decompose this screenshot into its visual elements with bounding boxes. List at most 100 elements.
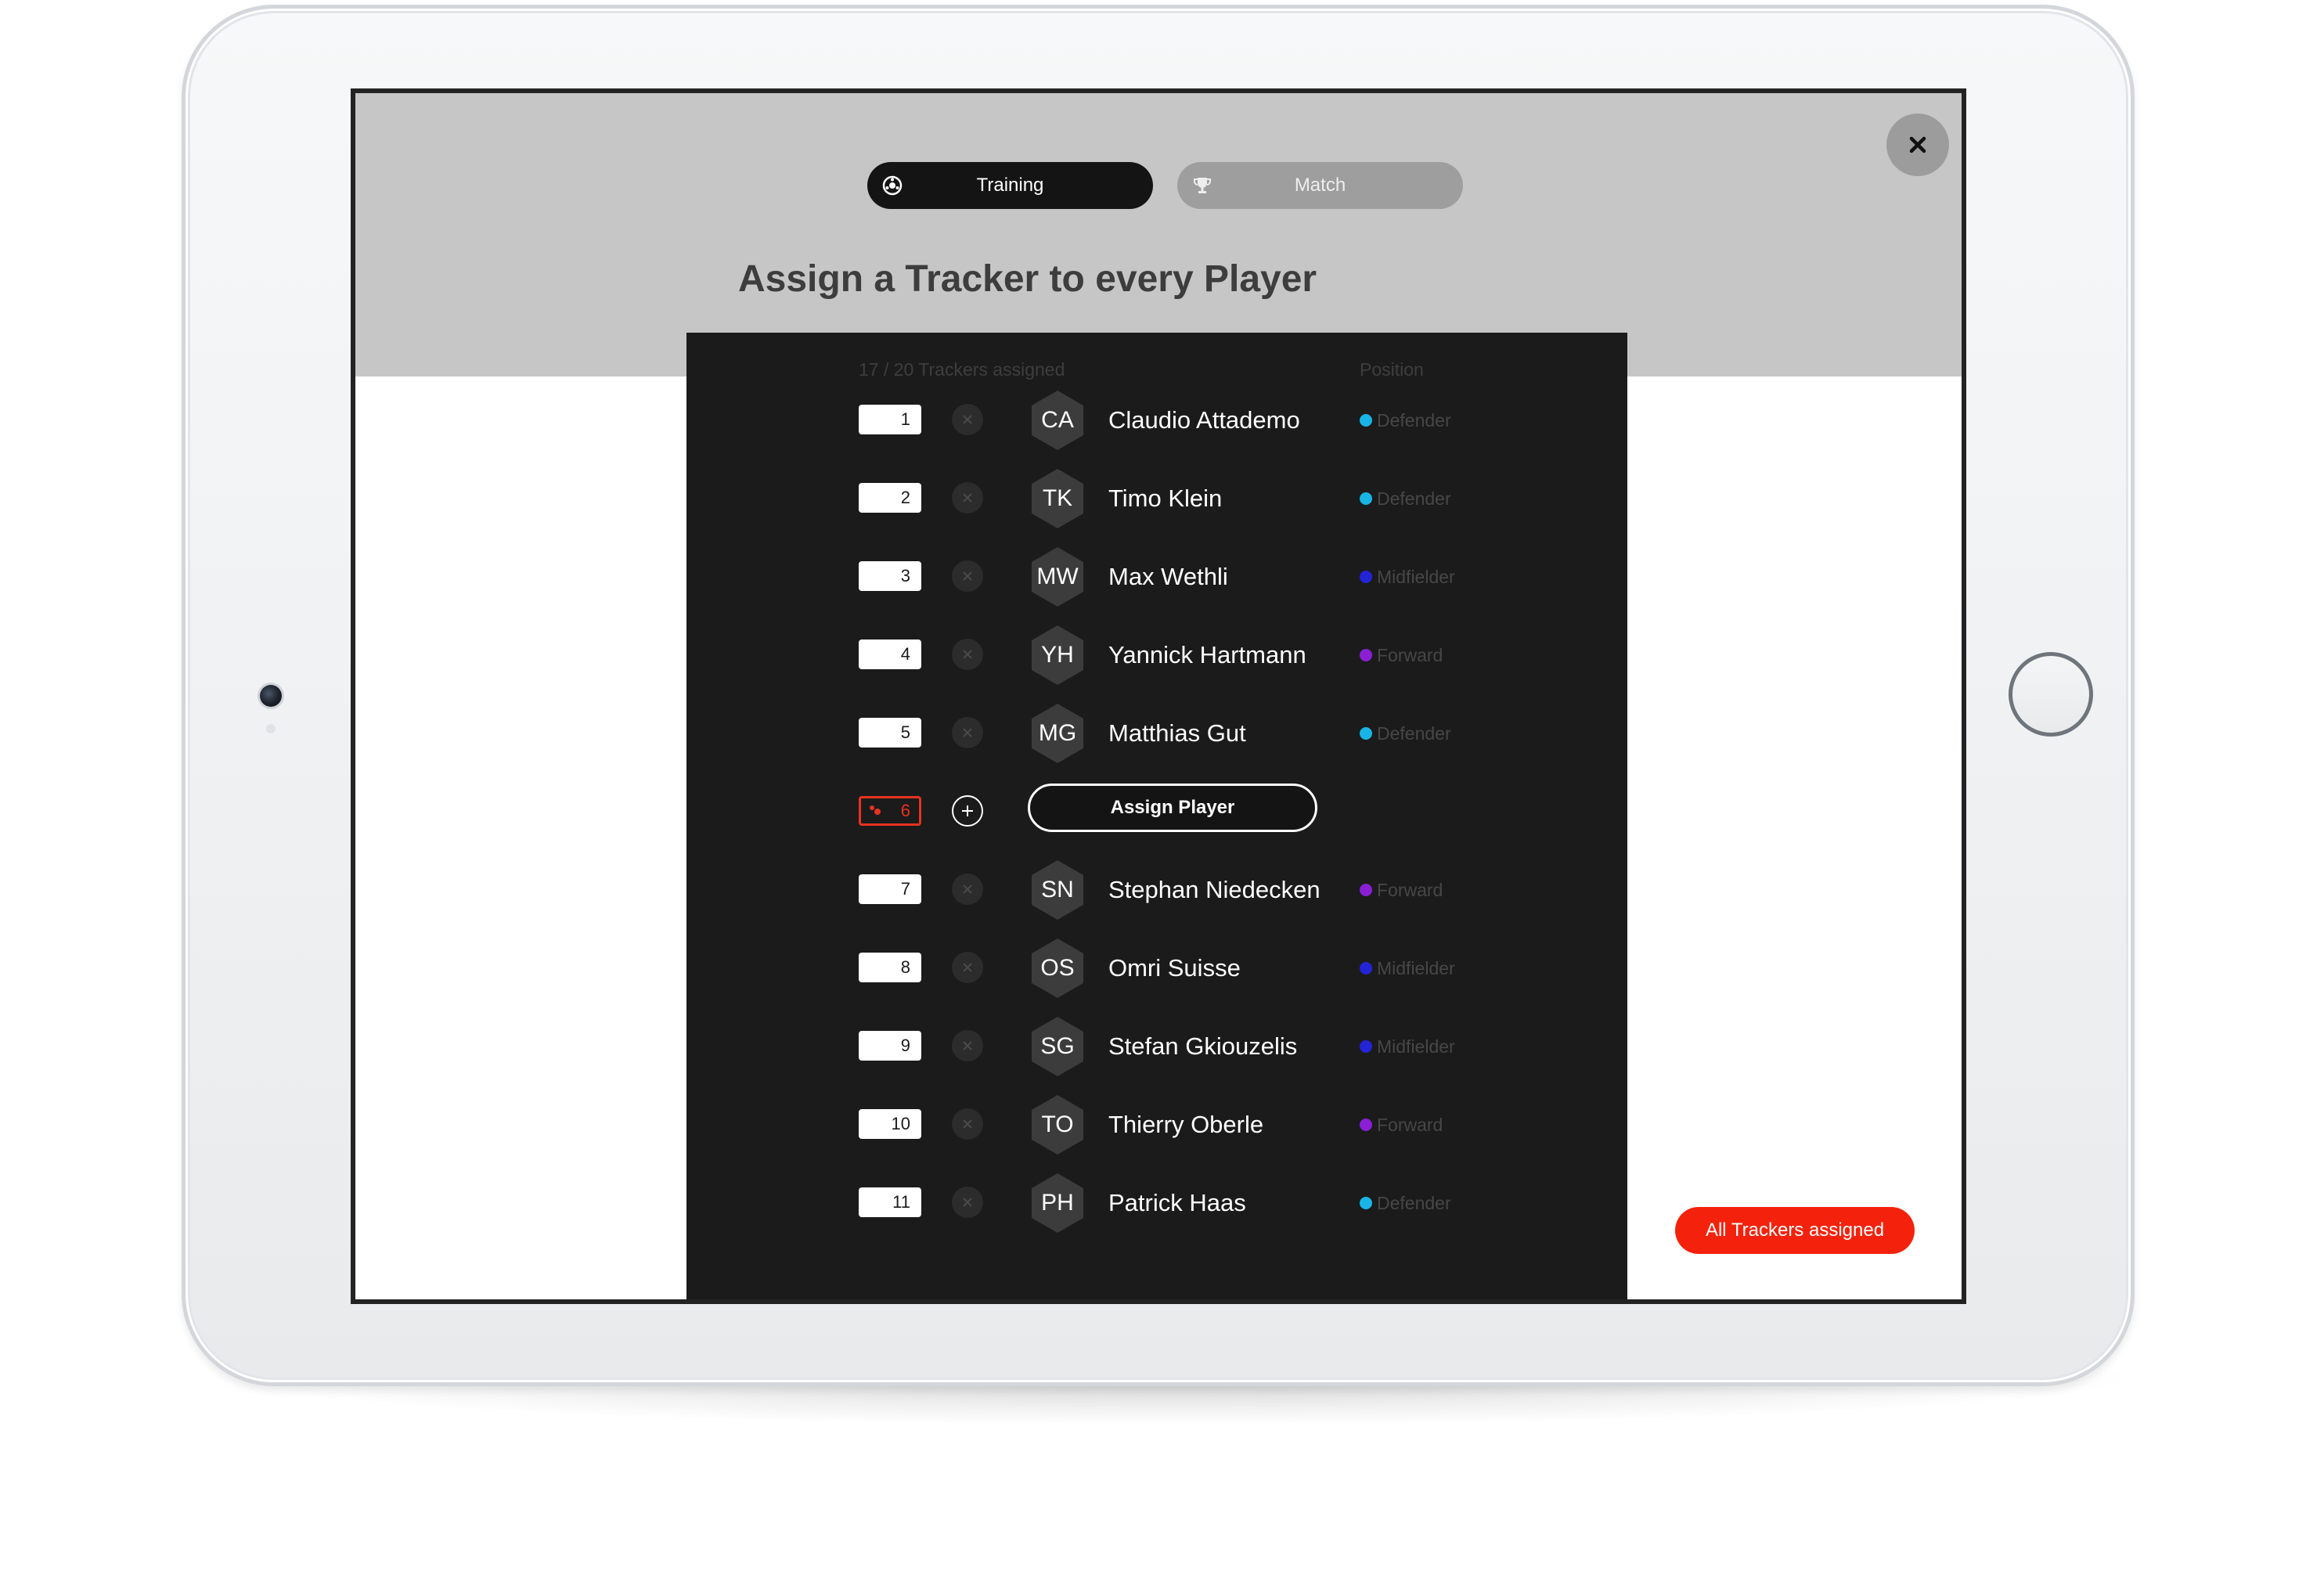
trophy-icon [1194, 178, 1211, 193]
tab-match[interactable]: Match [1177, 162, 1463, 209]
tab-match-label: Match [1294, 175, 1346, 196]
all-trackers-assigned-button[interactable]: All Trackers assigned [1675, 1207, 1915, 1254]
close-icon [963, 650, 972, 659]
player-row[interactable]: 1 CA Claudio Attademo Defender [686, 389, 1627, 452]
tracker-number[interactable]: 8 [859, 953, 921, 982]
tracker-number[interactable]: 5 [859, 718, 921, 748]
position-label: Midfielder [1377, 567, 1455, 587]
player-name: Max Wethli [1108, 563, 1228, 590]
player-row[interactable]: 5 MG Matthias Gut Defender [686, 702, 1627, 765]
close-icon [963, 963, 972, 972]
tracker-number[interactable]: 1 [859, 405, 921, 434]
remove-player-button[interactable] [952, 482, 983, 513]
home-button[interactable] [2009, 652, 2093, 737]
remove-player-button[interactable] [952, 1187, 983, 1218]
avatar-initials: MW [1036, 564, 1079, 589]
position-label: Defender [1377, 723, 1451, 744]
player-name: Timo Klein [1108, 485, 1223, 512]
position-label: Midfielder [1377, 958, 1455, 978]
player-row[interactable]: 7 SN Stephan Niedecken Forward [686, 859, 1627, 921]
remove-player-button[interactable] [952, 1108, 983, 1140]
tracker-number[interactable]: 7 [859, 874, 921, 904]
avatar-initials: OS [1040, 955, 1075, 981]
tracker-number[interactable]: 2 [859, 483, 921, 513]
close-icon [963, 415, 972, 424]
add-player-button[interactable] [952, 795, 983, 827]
tracker-number: 6 [900, 801, 910, 820]
avatar: MW [1028, 547, 1087, 607]
avatar: TO [1028, 1095, 1087, 1155]
player-name: Patrick Haas [1108, 1189, 1246, 1216]
remove-player-button[interactable] [952, 1030, 983, 1061]
avatar: YH [1028, 625, 1087, 685]
player-row[interactable]: 2 TK Timo Klein Defender [686, 467, 1627, 530]
avatar: CA [1028, 391, 1087, 450]
position-label: Forward [1377, 880, 1443, 900]
player-row[interactable]: 8 OS Omri Suisse Midfielder [686, 937, 1627, 1000]
roster-panel: 17 / 20 Trackers assigned Position 1 CA Cl… [686, 333, 1627, 1299]
avatar: SN [1028, 860, 1087, 920]
avatar: MG [1028, 704, 1087, 763]
close-button[interactable] [1886, 113, 1949, 176]
avatar-initials: YH [1041, 642, 1074, 668]
position-label: Defender [1377, 488, 1451, 509]
close-icon [963, 493, 972, 503]
tab-training-label: Training [976, 175, 1044, 196]
player-row[interactable]: 11 PH Patrick Haas Defender [686, 1172, 1627, 1234]
tracker-number-alert[interactable]: 6 [859, 796, 921, 826]
app-screen: Training Match Assign a Tracker to every… [351, 88, 1966, 1304]
avatar: OS [1028, 939, 1087, 998]
remove-player-button[interactable] [952, 717, 983, 748]
page-title: Assign a Tracker to every Player [738, 258, 1317, 300]
player-row[interactable]: 3 MW Max Wethli Midfielder [686, 546, 1627, 608]
remove-player-button[interactable] [952, 404, 983, 435]
remove-player-button[interactable] [952, 639, 983, 670]
close-icon [963, 728, 972, 737]
avatar: SG [1028, 1017, 1087, 1076]
position-dot [1360, 1119, 1372, 1131]
close-icon [1909, 136, 1926, 153]
tracker-number[interactable]: 9 [859, 1031, 921, 1061]
player-name: Claudio Attademo [1108, 406, 1300, 434]
player-name: Stephan Niedecken [1108, 876, 1321, 903]
avatar: PH [1028, 1173, 1087, 1233]
avatar-initials: SN [1041, 877, 1074, 902]
position-column-header: Position [1360, 359, 1424, 380]
tracker-number[interactable]: 3 [859, 561, 921, 591]
position-dot [1360, 571, 1372, 583]
position-dot [1360, 1197, 1372, 1209]
close-icon [963, 1198, 972, 1207]
close-icon [963, 884, 972, 894]
position-label: Defender [1377, 410, 1451, 431]
assign-player-button[interactable]: Assign Player [1028, 784, 1317, 832]
position-label: Forward [1377, 645, 1443, 665]
position-label: Defender [1377, 1193, 1451, 1213]
assigned-count: 17 / 20 Trackers assigned [859, 359, 1065, 380]
soccer-ball-icon [882, 175, 903, 196]
front-camera [260, 685, 282, 707]
tracker-number[interactable]: 4 [859, 639, 921, 669]
avatar-initials: SG [1040, 1033, 1075, 1059]
plus-icon [962, 805, 973, 816]
player-row[interactable]: 4 YH Yannick Hartmann Forward [686, 624, 1627, 686]
tracker-number[interactable]: 11 [859, 1187, 921, 1217]
position-label: Forward [1377, 1115, 1443, 1135]
player-row[interactable]: 10 TO Thierry Oberle Forward [686, 1093, 1627, 1156]
avatar-initials: CA [1041, 407, 1074, 433]
player-row[interactable]: 9 SG Stefan Gkiouzelis Midfielder [686, 1015, 1627, 1078]
remove-player-button[interactable] [952, 874, 983, 905]
remove-player-button[interactable] [952, 560, 983, 592]
avatar: TK [1028, 469, 1087, 528]
position-dot [1360, 492, 1372, 505]
tracker-alert-icon [870, 805, 881, 815]
light-sensor [266, 724, 276, 733]
player-name: Thierry Oberle [1108, 1111, 1264, 1138]
player-name: Omri Suisse [1108, 954, 1241, 982]
unassigned-row[interactable]: 6 Assign Player [686, 780, 1627, 843]
close-icon [963, 571, 972, 581]
position-dot [1360, 1040, 1372, 1053]
position-dot [1360, 414, 1372, 427]
tracker-number[interactable]: 10 [859, 1109, 921, 1139]
remove-player-button[interactable] [952, 952, 983, 983]
tab-training[interactable]: Training [867, 162, 1153, 209]
